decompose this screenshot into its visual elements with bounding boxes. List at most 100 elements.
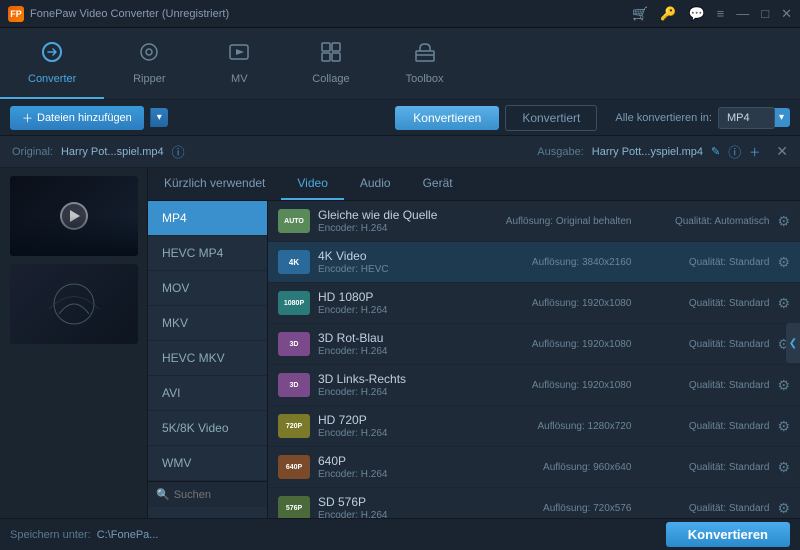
settings-gear-icon-sd576p[interactable]: ⚙ [777,500,790,517]
original-filename: Harry Pot...spiel.mp4 [61,146,164,158]
format-option-resolution-640p: Auflösung: 960x640 [501,462,631,473]
format-option-resolution-720p: Auflösung: 1280x720 [501,421,631,432]
format-option-detail-1080p: Encoder: H.264 [318,305,493,316]
format-left-item-hevcmkv[interactable]: HEVC MKV [148,341,267,376]
format-option-sd576p[interactable]: 576P SD 576P Encoder: H.264 Auflösung: 7… [268,488,800,518]
info-icon[interactable]: ⓘ [172,142,185,161]
tab-device[interactable]: Gerät [407,168,469,200]
format-option-resolution-1080p: Auflösung: 1920x1080 [501,298,631,309]
format-option-detail-sd576p: Encoder: H.264 [318,510,493,518]
info-icon-output[interactable]: ⓘ [728,142,741,161]
format-option-detail-720p: Encoder: H.264 [318,428,493,439]
edit-output-icon[interactable]: ✎ [711,145,720,158]
format-left-item-mkv[interactable]: MKV [148,306,267,341]
output-filename: Harry Pott...yspiel.mp4 [592,146,703,158]
key-icon[interactable]: 🔑 [660,6,676,22]
menu-icon[interactable]: ≡ [717,6,725,21]
window-close-btn[interactable]: ✕ [781,6,792,22]
add-files-dropdown-arrow[interactable]: ▾ [150,108,168,127]
konvertieren-button[interactable]: Konvertieren [395,106,499,130]
format-body: MP4 HEVC MP4 MOV MKV HEVC MKV [148,201,800,518]
settings-gear-icon-3d-lr[interactable]: ⚙ [777,377,790,394]
add-files-button[interactable]: ＋ Dateien hinzufügen [10,106,144,130]
settings-gear-icon-4k[interactable]: ⚙ [777,254,790,271]
convert-button[interactable]: Konvertieren [666,522,790,547]
app-logo: FP [8,6,24,22]
tab-mv[interactable]: MV [194,28,284,99]
tab-collage[interactable]: Collage [284,28,377,99]
format-option-resolution-3d-lr: Auflösung: 1920x1080 [501,380,631,391]
format-right-options: AUTO Gleiche wie die Quelle Encoder: H.2… [268,201,800,518]
format-option-title-4k: 4K Video [318,249,493,263]
format-option-3d-lr[interactable]: 3D 3D Links-Rechts Encoder: H.264 Auflös… [268,365,800,406]
format-left-item-wmv[interactable]: WMV [148,446,267,481]
converter-label: Converter [28,73,76,85]
close-file-button[interactable]: ✕ [776,143,788,160]
main-content: Original: Harry Pot...spiel.mp4 ⓘ Ausgab… [0,136,800,518]
collapse-panel-arrow[interactable]: ❮ [786,323,800,363]
format-left-nav: MP4 HEVC MP4 MOV MKV HEVC MKV [148,201,268,518]
audio-label: Audio [360,176,391,190]
format-dropdown-arrow[interactable]: ▾ [773,108,790,127]
settings-gear-icon-1080p[interactable]: ⚙ [777,295,790,312]
format-left-item-mp4[interactable]: MP4 [148,201,267,236]
format-option-info-4k: 4K Video Encoder: HEVC [318,249,493,275]
badge-auto: AUTO [278,209,310,233]
original-label: Original: [12,146,53,158]
cart-icon[interactable]: 🛒 [632,6,648,22]
format-left-item-avi[interactable]: AVI [148,376,267,411]
tab-recently-used[interactable]: Kürzlich verwendet [148,168,281,200]
format-left-item-mov[interactable]: MOV [148,271,267,306]
format-option-3d-rb[interactable]: 3D 3D Rot-Blau Encoder: H.264 Auflösung:… [268,324,800,365]
plus-icon: ＋ [22,110,33,126]
lower-section-wrapper: Kürzlich verwendet Video Audio Gerät [0,168,800,518]
settings-gear-icon-640p[interactable]: ⚙ [777,459,790,476]
save-label: Speichern unter: [10,529,91,541]
toolbox-label: Toolbox [406,73,444,85]
badge-640p: 640P [278,455,310,479]
format-left-item-hevcmp4[interactable]: HEVC MP4 [148,236,267,271]
badge-3d-lr: 3D [278,373,310,397]
maximize-btn[interactable]: □ [761,6,769,21]
format-option-detail-4k: Encoder: HEVC [318,264,493,275]
format-option-title-720p: HD 720P [318,413,493,427]
format-option-quality-1080p: Qualität: Standard [639,298,769,309]
badge-sd576p: 576P [278,496,310,518]
title-bar-controls[interactable]: 🛒 🔑 💬 ≡ — □ ✕ [632,6,792,22]
format-option-720p[interactable]: 720P HD 720P Encoder: H.264 Auflösung: 1… [268,406,800,447]
format-option-resolution-sd576p: Auflösung: 720x576 [501,503,631,514]
collage-label: Collage [312,73,349,85]
mv-label: MV [231,73,248,85]
format-dropdown[interactable]: MP4 [718,107,775,129]
format-tabs: Kürzlich verwendet Video Audio Gerät [148,168,800,201]
format-option-quality-sd576p: Qualität: Standard [639,503,769,514]
format-option-quality: Qualität: Automatisch [639,216,769,227]
tab-audio[interactable]: Audio [344,168,407,200]
konvertiert-button[interactable]: Konvertiert [505,105,597,131]
tab-converter[interactable]: Converter [0,28,104,99]
badge-4k: 4K [278,250,310,274]
badge-720p: 720P [278,414,310,438]
tab-toolbox[interactable]: Toolbox [378,28,472,99]
tab-ripper[interactable]: Ripper [104,28,194,99]
format-option-640p[interactable]: 640P 640P Encoder: H.264 Auflösung: 960x… [268,447,800,488]
format-option-auto[interactable]: AUTO Gleiche wie die Quelle Encoder: H.2… [268,201,800,242]
settings-gear-icon-720p[interactable]: ⚙ [777,418,790,435]
format-option-4k[interactable]: 4K 4K Video Encoder: HEVC Auflösung: 384… [268,242,800,283]
format-option-detail-640p: Encoder: H.264 [318,469,493,480]
settings-gear-icon[interactable]: ⚙ [777,213,790,230]
alle-label: Alle konvertieren in: [615,112,712,124]
format-search-input[interactable] [174,489,254,501]
format-option-1080p[interactable]: 1080P HD 1080P Encoder: H.264 Auflösung:… [268,283,800,324]
preview-thumb-2 [10,264,138,344]
format-option-info-sd576p: SD 576P Encoder: H.264 [318,495,493,518]
minimize-btn[interactable]: — [736,6,749,21]
format-option-info-1080p: HD 1080P Encoder: H.264 [318,290,493,316]
tab-video[interactable]: Video [281,168,343,200]
format-option-resolution-3d-rb: Auflösung: 1920x1080 [501,339,631,350]
format-left-item-5k8k[interactable]: 5K/8K Video [148,411,267,446]
speech-icon[interactable]: 💬 [688,6,704,22]
device-label: Gerät [423,176,453,190]
add-output-icon[interactable]: ＋ [749,144,760,160]
title-bar-left: FP FonePaw Video Converter (Unregistrier… [8,6,229,22]
